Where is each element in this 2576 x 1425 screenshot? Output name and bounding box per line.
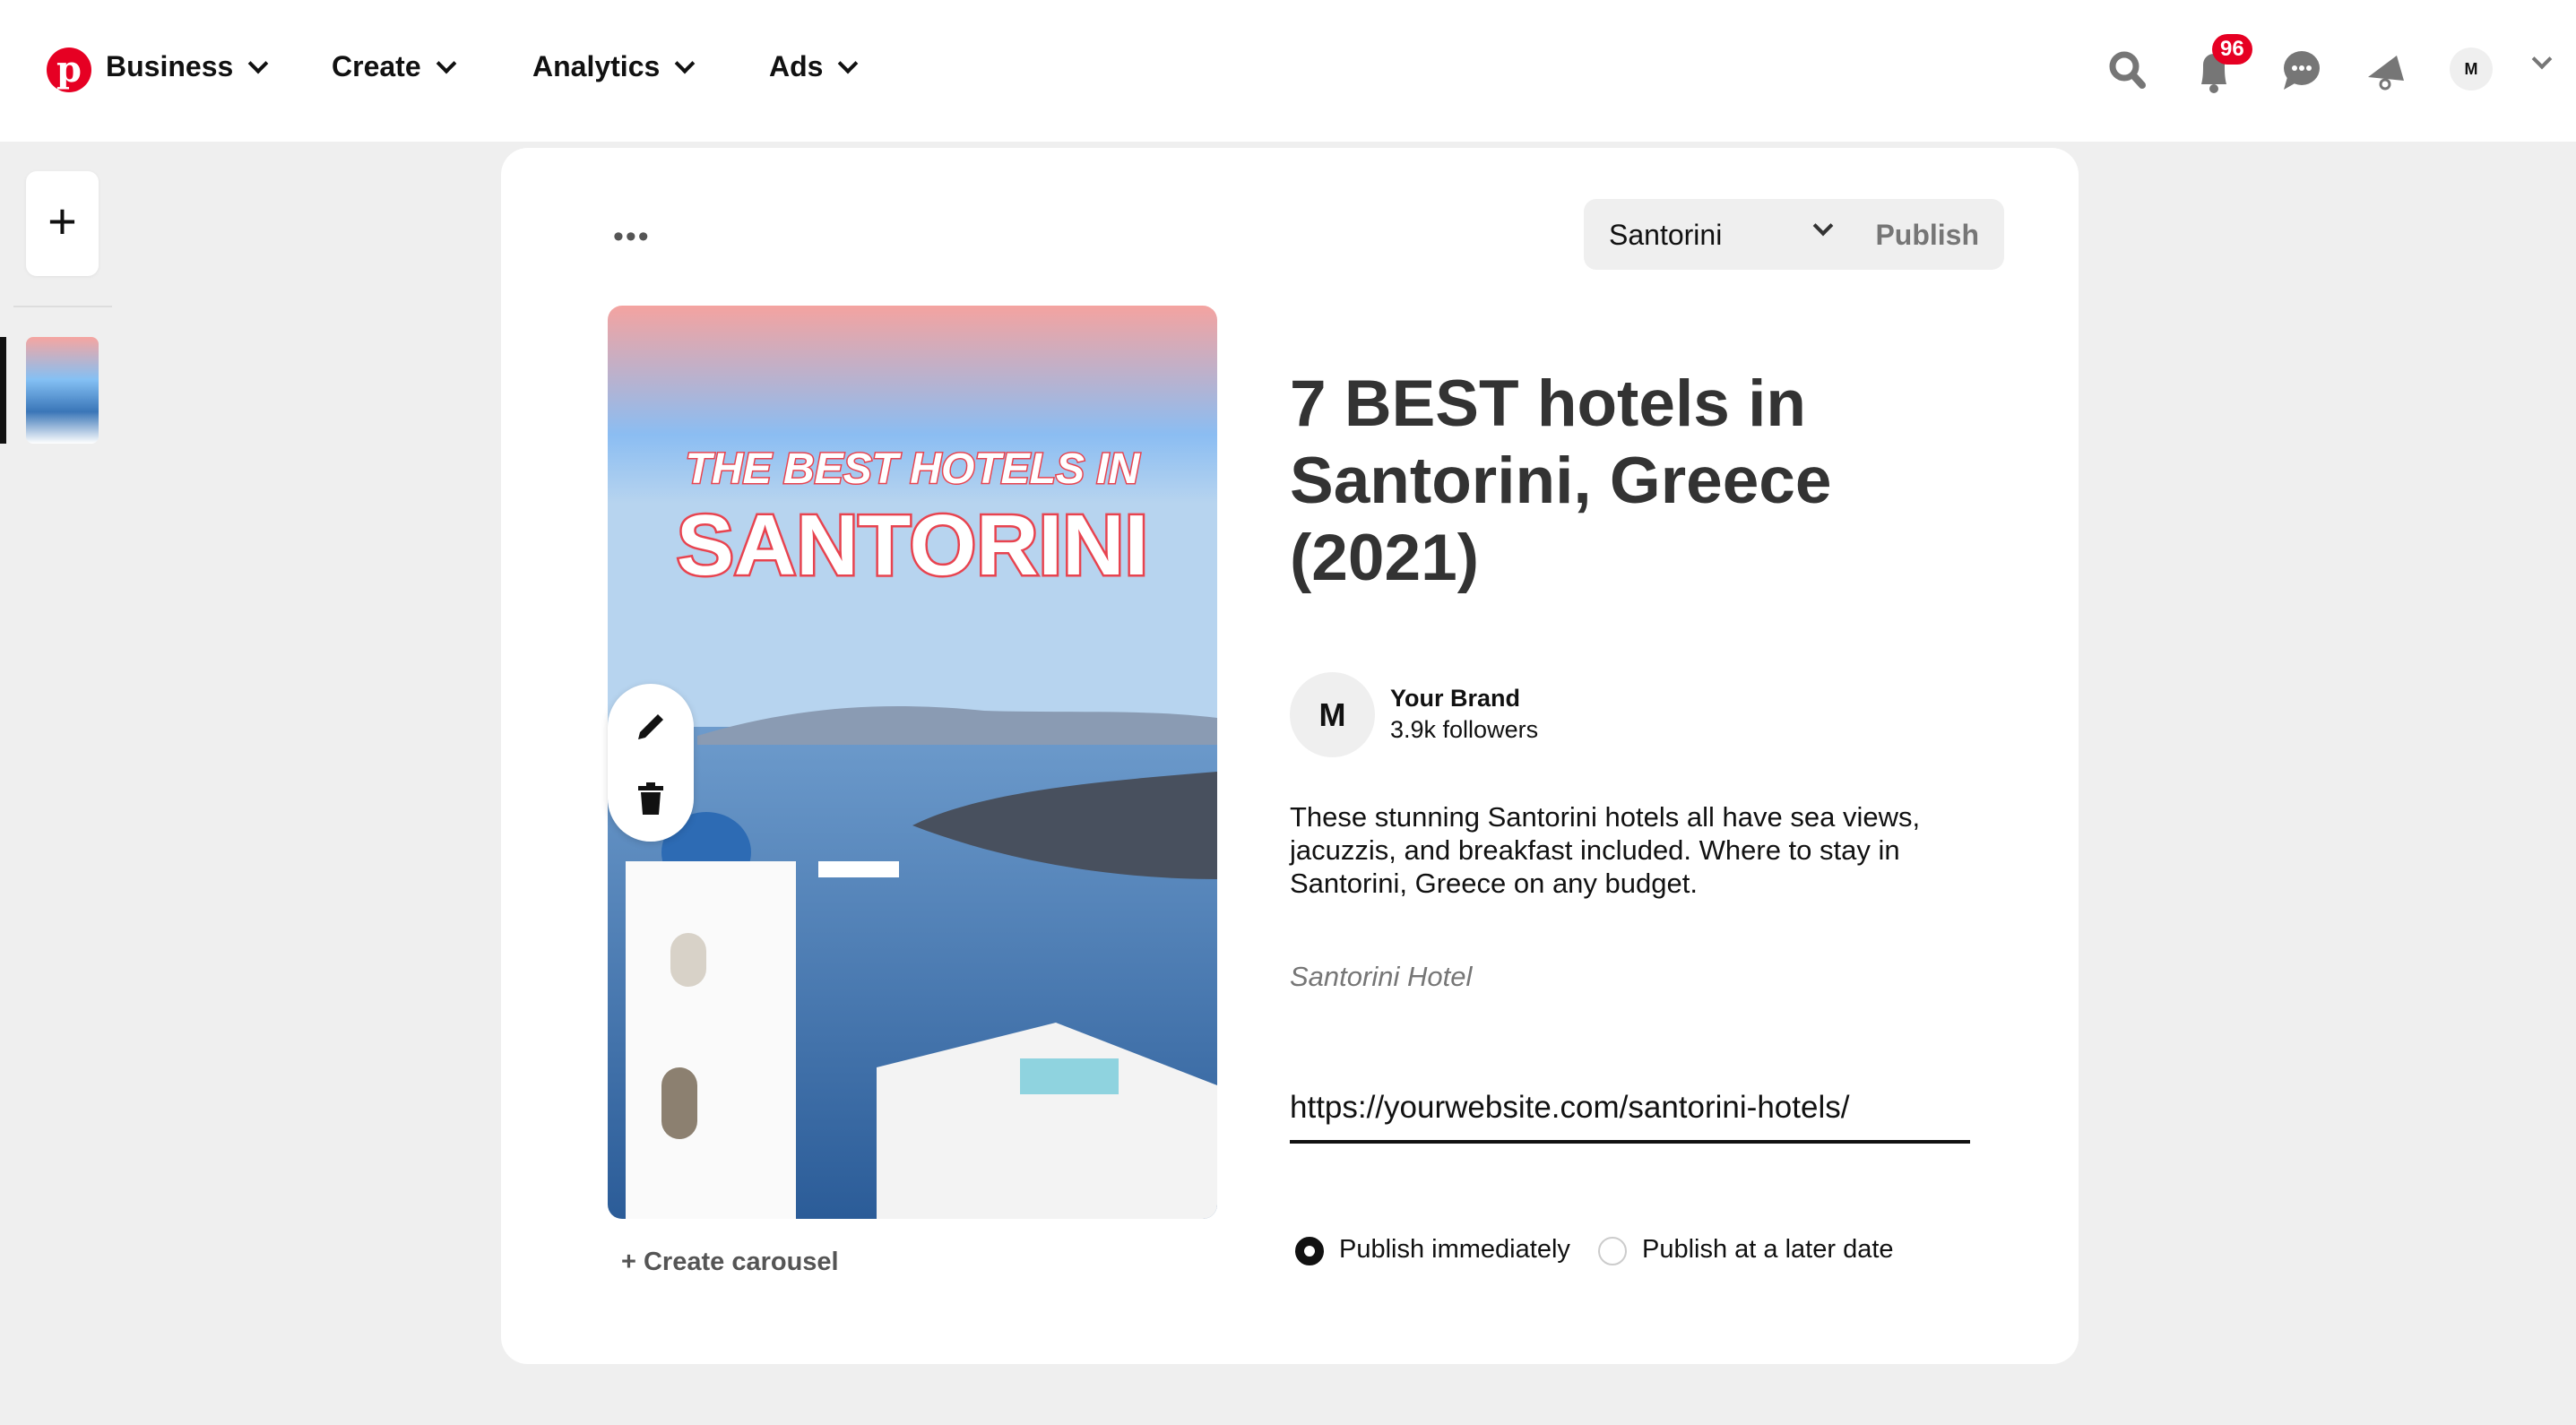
nav-create[interactable]: Create bbox=[332, 50, 456, 83]
pin-description[interactable]: These stunning Santorini hotels all have… bbox=[1290, 800, 1971, 900]
publish-button[interactable]: Publish bbox=[1875, 219, 1979, 252]
publish-immediately-radio[interactable] bbox=[1295, 1237, 1324, 1265]
more-options-button[interactable]: ••• bbox=[613, 220, 651, 255]
add-pin-button[interactable]: + bbox=[26, 171, 99, 276]
active-indicator bbox=[0, 337, 6, 444]
draft-thumbnail[interactable] bbox=[26, 337, 99, 444]
avatar[interactable]: M bbox=[2450, 48, 2493, 91]
create-carousel-button[interactable]: + Create carousel bbox=[621, 1248, 839, 1277]
pinterest-logo-icon[interactable]: p bbox=[47, 48, 91, 92]
nav-label: Create bbox=[332, 50, 421, 82]
notification-badge: 96 bbox=[2212, 34, 2252, 65]
chevron-down-icon bbox=[838, 53, 859, 73]
board-select[interactable]: Santorini Publish bbox=[1584, 199, 2004, 270]
divider bbox=[13, 306, 112, 307]
pin-image: THE BEST HOTELS IN SANTORINI bbox=[608, 306, 1217, 1219]
search-icon[interactable] bbox=[2103, 45, 2153, 95]
nav-analytics[interactable]: Analytics bbox=[532, 50, 696, 83]
chevron-down-icon bbox=[674, 53, 696, 73]
megaphone-icon[interactable] bbox=[2361, 45, 2411, 95]
alt-text-field[interactable]: Santorini Hotel bbox=[1290, 961, 1472, 993]
edit-pencil-icon[interactable] bbox=[633, 709, 669, 745]
chevron-down-icon bbox=[436, 53, 456, 73]
nav-label: Ads bbox=[769, 50, 824, 82]
nav-ads[interactable]: Ads bbox=[769, 50, 859, 83]
trash-icon[interactable] bbox=[633, 781, 669, 816]
nav-business[interactable]: Business bbox=[106, 50, 269, 83]
pin-title[interactable]: 7 BEST hotels in Santorini, Greece (2021… bbox=[1290, 366, 1917, 597]
publish-later-label[interactable]: Publish at a later date bbox=[1642, 1235, 1894, 1265]
publish-later-radio[interactable] bbox=[1598, 1237, 1627, 1265]
destination-link-input[interactable]: https://yourwebsite.com/santorini-hotels… bbox=[1290, 1090, 1970, 1144]
top-nav: p Business Create Analytics Ads 96 M bbox=[0, 0, 2576, 142]
chevron-down-icon bbox=[247, 53, 269, 73]
account-chevron-down-icon[interactable] bbox=[2531, 48, 2553, 70]
nav-label: Business bbox=[106, 50, 234, 82]
nav-label: Analytics bbox=[532, 50, 661, 82]
image-actions bbox=[608, 684, 694, 842]
brand-avatar: M bbox=[1290, 672, 1375, 757]
brand-name: Your Brand bbox=[1390, 685, 1521, 712]
messages-icon[interactable] bbox=[2275, 45, 2325, 95]
board-value: Santorini bbox=[1609, 219, 1723, 251]
publish-immediately-label[interactable]: Publish immediately bbox=[1339, 1235, 1570, 1265]
image-headline-top: THE BEST HOTELS IN bbox=[686, 445, 1141, 493]
chevron-down-icon bbox=[1812, 215, 1834, 237]
image-headline-main: SANTORINI bbox=[677, 497, 1148, 593]
brand-followers: 3.9k followers bbox=[1390, 716, 1539, 743]
